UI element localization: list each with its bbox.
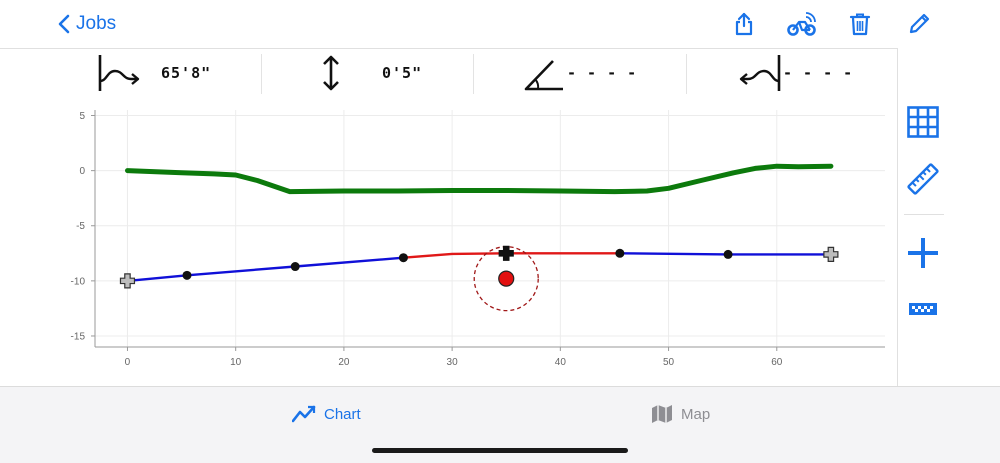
series-line-1 bbox=[126, 256, 405, 283]
angle-stat: - - - - bbox=[523, 48, 637, 98]
ruler-icon[interactable] bbox=[906, 162, 940, 196]
grid-icon[interactable] bbox=[906, 105, 940, 139]
length-icon bbox=[98, 55, 140, 91]
x-tick-label: 60 bbox=[771, 357, 783, 368]
endpoint-marker bbox=[119, 273, 136, 289]
x-tick-label: 10 bbox=[230, 357, 242, 368]
y-tick-label: -5 bbox=[76, 221, 85, 232]
x-tick-label: 30 bbox=[447, 357, 459, 368]
offset-icon bbox=[739, 55, 781, 91]
y-tick-label: -15 bbox=[71, 331, 86, 342]
tab-map[interactable]: Map bbox=[651, 403, 710, 425]
y-tick-label: 5 bbox=[79, 111, 85, 122]
length-value: 65'8" bbox=[161, 64, 212, 82]
x-tick-label: 40 bbox=[555, 357, 567, 368]
x-tick-label: 50 bbox=[663, 357, 675, 368]
control-point bbox=[615, 248, 625, 258]
home-indicator bbox=[372, 448, 628, 453]
profile-chart[interactable]: 0 10 20 30 40 50 6050-5-10-15 bbox=[55, 100, 897, 385]
back-label: Jobs bbox=[76, 13, 117, 34]
bike-signal-icon[interactable] bbox=[785, 10, 819, 38]
line-chart-icon bbox=[292, 405, 316, 423]
back-button[interactable]: Jobs bbox=[58, 10, 116, 38]
length-stat: 65'8" bbox=[97, 48, 211, 98]
tab-chart[interactable]: Chart bbox=[292, 403, 361, 425]
right-sidebar bbox=[897, 48, 1000, 386]
share-icon[interactable] bbox=[729, 10, 759, 38]
plus-icon[interactable] bbox=[906, 236, 940, 270]
height-stat: 0'5" bbox=[320, 48, 422, 98]
measurement-stats-row: 65'8" 0'5" - - - - - - - - bbox=[80, 48, 898, 98]
chevron-left-icon bbox=[58, 14, 70, 34]
tab-chart-label: Chart bbox=[324, 405, 361, 423]
height-value: 0'5" bbox=[382, 64, 423, 82]
angle-icon bbox=[524, 60, 563, 91]
x-tick-label: 0 bbox=[125, 357, 131, 368]
pencil-icon[interactable] bbox=[904, 10, 934, 38]
trash-icon[interactable] bbox=[845, 10, 875, 38]
offset-value: - - - - bbox=[783, 64, 854, 82]
endpoint-marker bbox=[823, 246, 839, 263]
map-icon bbox=[652, 405, 672, 423]
tab-map-label: Map bbox=[681, 405, 711, 423]
checker-bar-icon[interactable] bbox=[906, 292, 940, 326]
control-point bbox=[398, 253, 408, 263]
control-point bbox=[290, 262, 300, 272]
vertical-arrows-icon bbox=[323, 55, 339, 91]
cursor-marker bbox=[498, 245, 514, 261]
control-point bbox=[182, 270, 192, 280]
x-tick-label: 20 bbox=[338, 357, 350, 368]
angle-value: - - - - bbox=[567, 64, 638, 82]
control-point bbox=[723, 249, 733, 259]
y-tick-label: 0 bbox=[79, 166, 85, 177]
series-line-0 bbox=[125, 163, 834, 195]
top-navigation-bar: Jobs bbox=[0, 0, 1000, 49]
offset-stat: - - - - bbox=[735, 48, 853, 98]
y-tick-label: -10 bbox=[71, 276, 86, 287]
target-point bbox=[498, 270, 515, 287]
